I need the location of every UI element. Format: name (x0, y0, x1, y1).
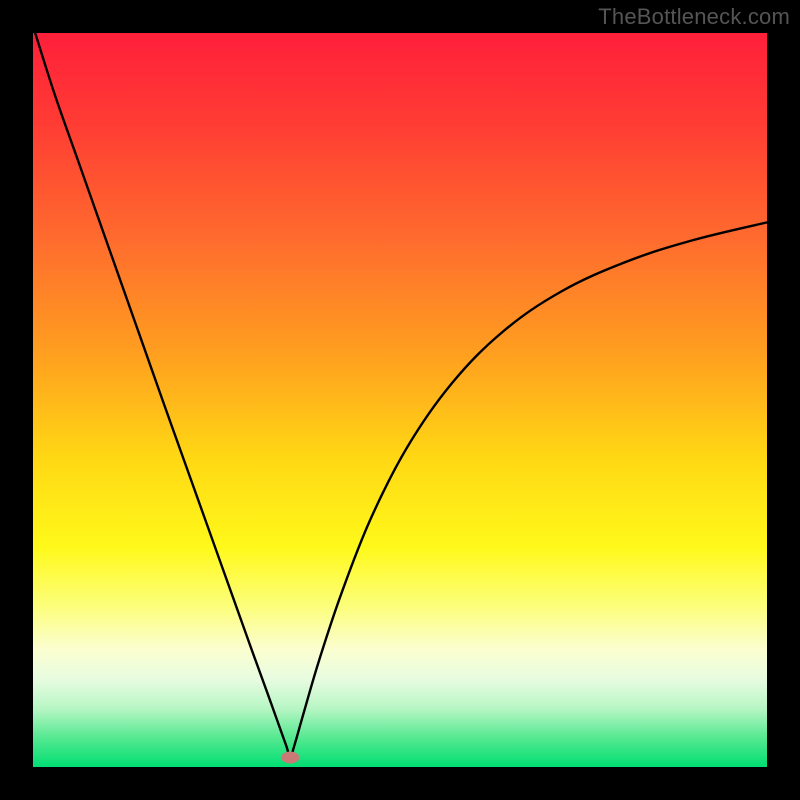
plot-background (33, 33, 767, 767)
watermark-text: TheBottleneck.com (598, 4, 790, 30)
chart-stage: TheBottleneck.com (0, 0, 800, 800)
bottleneck-chart (0, 0, 800, 800)
min-point-marker (281, 751, 299, 763)
